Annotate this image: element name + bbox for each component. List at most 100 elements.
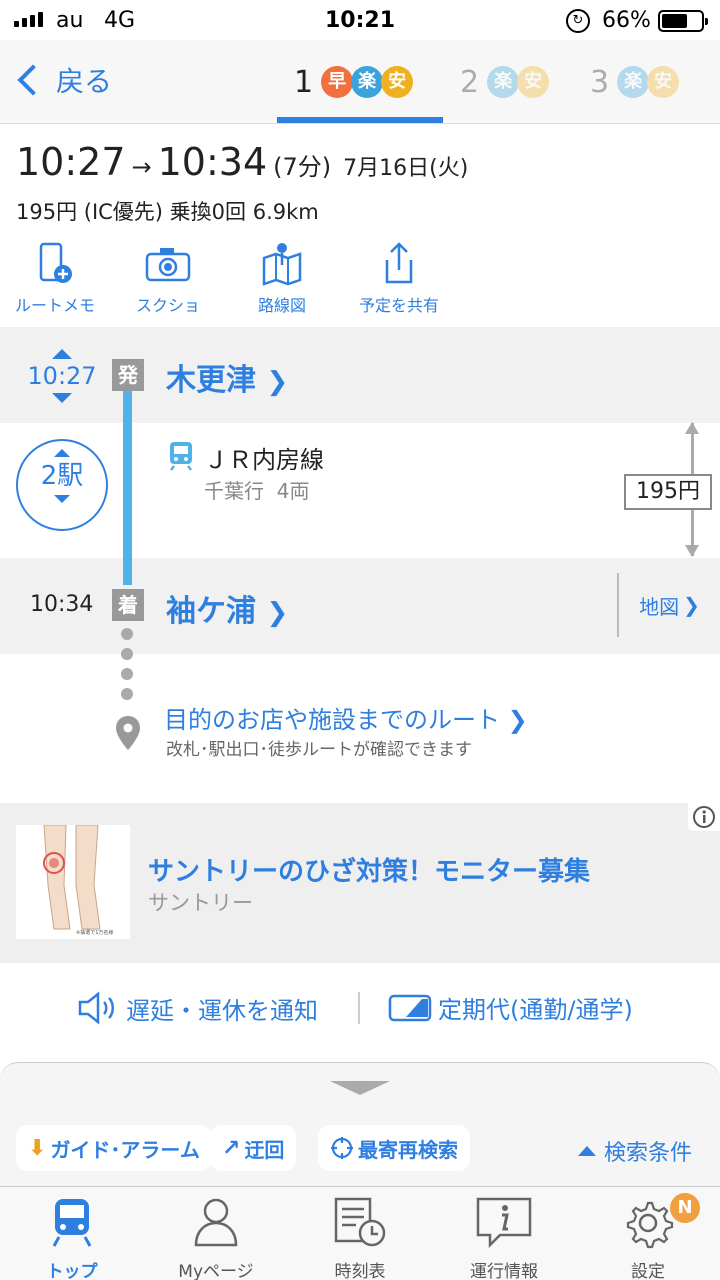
new-badge: N <box>670 1193 700 1223</box>
guide-alarm-button[interactable]: ⬇ ガイド･アラーム <box>16 1125 212 1171</box>
battery-percent: 66% <box>602 8 651 33</box>
travel-date: 7月16日(火) <box>343 156 469 181</box>
tab-timetable[interactable]: 時刻表 <box>300 1195 420 1280</box>
arrow-down-icon <box>685 545 699 557</box>
depart-time: 10:27 <box>16 140 126 184</box>
arrow-right-icon: → <box>131 153 152 181</box>
arrival-time: 10:34 <box>30 592 94 617</box>
nearest-search-label: 最寄再検索 <box>358 1137 458 1162</box>
tab-label: 時刻表 <box>334 1262 386 1280</box>
chevron-down-icon: ⬇ <box>28 1135 47 1161</box>
pass-card-icon <box>388 994 432 1021</box>
ad-image: ※抽選で1万名様 <box>16 824 130 939</box>
back-label: 戻る <box>56 65 113 98</box>
line-detail: 千葉行 4両 <box>204 479 310 503</box>
cheap-badge: 安 <box>647 66 680 98</box>
map-link[interactable]: 地図 ❯ <box>617 573 720 637</box>
departure-row <box>0 327 720 423</box>
train-icon <box>52 1199 92 1247</box>
fast-badge: 早 <box>321 66 354 98</box>
delay-notify-link[interactable]: 遅延・運休を通知 <box>76 990 318 1026</box>
phone-plus-icon <box>39 242 72 283</box>
tab-mypage[interactable]: Myページ <box>156 1195 276 1280</box>
commuter-pass-label: 定期代(通勤/通学) <box>438 996 633 1024</box>
tab-top[interactable]: トップ <box>12 1195 132 1280</box>
route-tab-number: 1 <box>294 64 314 100</box>
train-icon <box>170 442 192 471</box>
action-label: 路線図 <box>257 296 306 315</box>
chevron-right-icon: ❯ <box>507 706 528 734</box>
walk-dot <box>121 688 133 700</box>
tab-settings[interactable]: 設定 N <box>588 1193 708 1280</box>
status-bar: au 4G 10:21 ↻ 66% <box>0 0 720 40</box>
caret-up-icon <box>578 1146 596 1156</box>
ad-sponsor: サントリー <box>148 891 253 915</box>
destination-route-link[interactable]: 目的のお店や施設までのルート ❯ <box>164 700 528 735</box>
route-tab-number: 2 <box>460 64 480 100</box>
camera-icon <box>145 248 191 282</box>
detour-button[interactable]: ↗ 迂回 <box>210 1125 297 1171</box>
route-memo-button[interactable]: ルートメモ <box>0 242 110 316</box>
departure-station-link[interactable]: 木更津 ❯ <box>166 355 288 399</box>
chevron-left-icon <box>17 64 49 96</box>
destination-title: 目的のお店や施設までのルート <box>164 706 500 734</box>
ad-banner[interactable]: ※抽選で1万名様 サントリーのひざ対策！モニター募集 サントリー <box>0 803 720 963</box>
timetable-icon <box>334 1197 386 1247</box>
collapse-icon <box>54 495 70 503</box>
active-tab-indicator <box>277 117 443 123</box>
back-button[interactable]: 戻る <box>14 60 112 100</box>
commuter-pass-link[interactable]: 定期代(通勤/通学) <box>388 990 633 1025</box>
arrive-time: 10:34 <box>157 140 268 184</box>
departure-station: 木更津 <box>166 363 256 398</box>
arrival-row <box>0 558 720 654</box>
guide-alarm-label: ガイド･アラーム <box>50 1137 200 1162</box>
tab-label: 運行情報 <box>470 1262 538 1280</box>
tab-service-info[interactable]: 運行情報 <box>444 1195 564 1280</box>
map-pin-icon <box>262 243 302 286</box>
divider <box>358 992 360 1024</box>
stops-toggle[interactable]: 2駅 <box>16 439 108 531</box>
drawer-handle-icon[interactable] <box>330 1081 390 1095</box>
share-schedule-button[interactable]: 予定を共有 <box>344 242 454 316</box>
increase-icon <box>52 349 72 359</box>
screenshot-button[interactable]: スクショ <box>113 242 223 316</box>
departure-time-stepper[interactable]: 10:27 <box>20 349 104 403</box>
detour-icon: ↗ <box>222 1135 241 1161</box>
route-summary-times: 10:27 → 10:34 (7分) 7月16日(火) <box>16 140 468 184</box>
arrow-up-icon <box>685 422 699 434</box>
detour-label: 迂回 <box>244 1137 285 1162</box>
easy-badge: 楽 <box>351 66 384 98</box>
gear-icon <box>626 1201 674 1249</box>
arrival-station: 袖ケ浦 <box>166 594 256 629</box>
expand-icon <box>54 449 70 457</box>
tab-label: Myページ <box>178 1262 254 1280</box>
easy-badge: 楽 <box>617 66 650 98</box>
route-tab-1[interactable]: 1 早 楽 安 <box>294 60 414 104</box>
easy-badge: 楽 <box>487 66 520 98</box>
route-map-button[interactable]: 路線図 <box>227 242 337 316</box>
route-tab-2[interactable]: 2 楽 安 <box>460 60 550 104</box>
departure-time: 10:27 <box>27 362 97 390</box>
action-label: ルートメモ <box>14 296 95 315</box>
route-tab-3[interactable]: 3 楽 安 <box>590 60 680 104</box>
fare-label: 195円 <box>624 474 712 510</box>
action-label: スクショ <box>135 296 200 315</box>
route-summary-meta: 195円 (IC優先) 乗換0回 6.9km <box>16 200 319 224</box>
ad-info-button[interactable] <box>688 803 720 831</box>
walk-dot <box>121 668 133 680</box>
decrease-icon <box>52 393 72 403</box>
walk-dot <box>121 648 133 660</box>
line-name: ＪＲ内房線 <box>204 446 324 474</box>
action-label: 予定を共有 <box>358 296 439 315</box>
stop-count: 2駅 <box>40 461 84 491</box>
search-conditions-button[interactable]: 検索条件 <box>578 1135 692 1167</box>
departure-badge: 発 <box>112 359 144 391</box>
nearest-search-button[interactable]: 最寄再検索 <box>318 1125 470 1171</box>
cheap-badge: 安 <box>381 66 414 98</box>
arrival-station-link[interactable]: 袖ケ浦 ❯ <box>166 586 288 630</box>
crosshair-icon <box>331 1137 353 1159</box>
header: 戻る 1 早 楽 安 2 楽 安 3 楽 安 <box>0 40 720 124</box>
speaker-icon <box>78 991 114 1025</box>
tab-label: トップ <box>46 1262 98 1280</box>
search-conditions-label: 検索条件 <box>604 1141 693 1166</box>
